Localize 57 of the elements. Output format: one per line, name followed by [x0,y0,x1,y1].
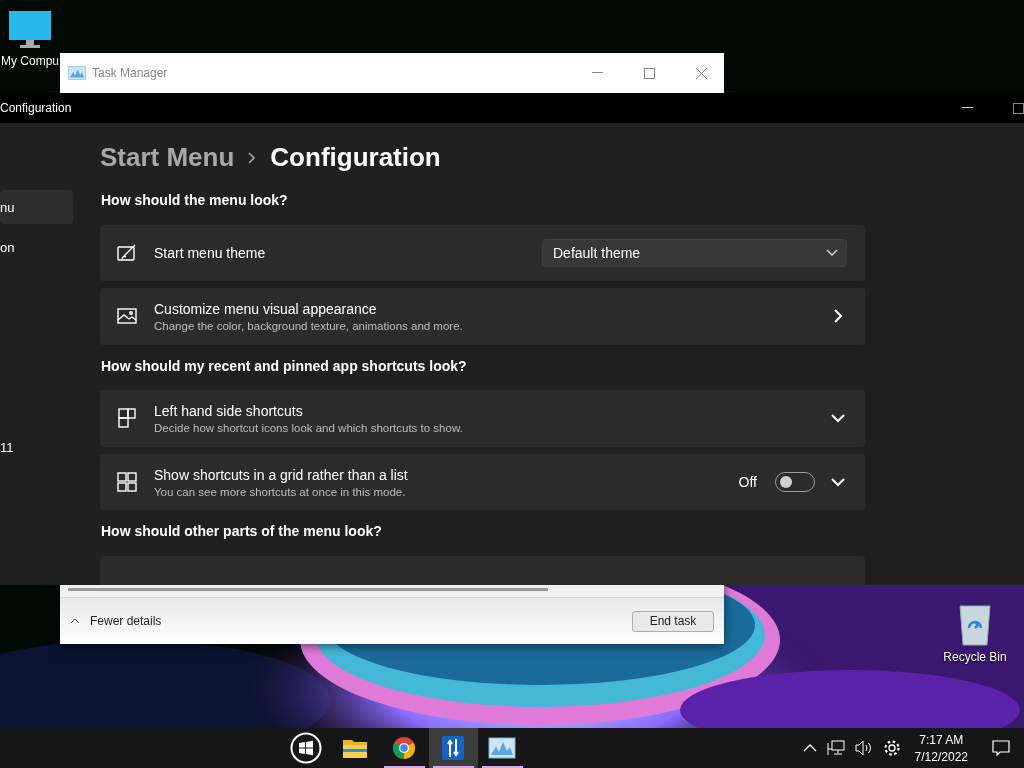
computer-icon [8,10,52,50]
chevron-up-icon [70,618,80,624]
app-icon [441,735,466,761]
setting-title: Left hand side shortcuts [154,402,304,419]
section-heading: How should the menu look? [101,192,289,211]
section-heading: How should my recent and pinned app shortcuts look? [101,357,468,376]
chevron-up-icon[interactable] [802,744,817,752]
minimize-icon [961,107,973,109]
sidebar-item[interactable]: on [0,230,73,264]
chevron-right-icon [248,151,257,164]
minimize-icon [591,72,603,74]
settings-icon[interactable] [882,739,901,757]
chevron-down-icon [826,248,838,257]
setting-card[interactable]: Customize menu visual appearance Change the color, background texture, animations and more. [100,288,865,345]
setting-card[interactable]: Start menu theme Default theme [100,224,865,282]
folder-icon [342,737,369,759]
setting-title: Start menu theme [154,244,267,261]
volume-icon[interactable] [854,740,873,756]
grid-icon [116,471,138,493]
notification-icon[interactable] [992,740,1010,756]
network-icon[interactable] [826,740,845,756]
clock-time: 7:17 AM [919,732,964,747]
monitor-chart-icon [68,66,86,80]
setting-title: Customize menu visual appearance [154,300,378,317]
start-icon [290,732,323,764]
clock-date: 7/12/2022 [914,749,968,764]
section-heading: How should other parts of the menu look? [101,523,383,542]
setting-title: Show shortcuts in a grid rather than a list [154,466,409,483]
recycle-bin-icon [957,602,993,646]
desktop-icon-label[interactable]: My Compu [1,54,59,68]
monitor-chart-icon [488,737,517,759]
scrollbar[interactable] [68,588,548,591]
chevron-down-icon [831,475,845,489]
theme-dropdown[interactable]: Default theme [542,238,847,267]
fewer-details-button[interactable]: Fewer details [70,614,632,628]
sidebar-item[interactable]: 11 [0,430,73,464]
setting-description: Change the color, background texture, animations and more. [154,319,464,332]
chevron-right-icon [831,309,845,324]
breadcrumb-item: Configuration [270,142,441,174]
browser-icon [392,736,417,760]
setting-description: You can see more shortcuts at once in this mode. [154,485,407,498]
window-title: Task Manager [92,66,169,80]
setting-card[interactable]: Left hand side shortcuts Decide how shortcut icons look and which shortcuts to show. [100,390,865,447]
window-title: Configuration [0,101,73,115]
layout-icon [116,407,138,430]
desktop-icon-label[interactable]: Recycle Bin [943,650,1007,664]
toggle-state-label: Off [738,474,757,490]
sidebar-item[interactable]: nu [0,190,73,224]
close-icon [695,67,707,79]
maximize-icon [1013,102,1024,114]
breadcrumb-item[interactable]: Start Menu [100,142,235,174]
end-task-button[interactable]: End task [632,610,714,632]
setting-description: Decide how shortcut icons look and which shortcuts to show. [154,421,464,434]
maximize-icon [643,67,655,79]
setting-card[interactable]: Show shortcuts in a grid rather than a list You can see more shortcuts at once in this mode. Off [100,453,865,511]
taskbar-button[interactable] [428,728,478,768]
clock[interactable]: 7:17 AM 7/12/2022 [914,732,968,764]
